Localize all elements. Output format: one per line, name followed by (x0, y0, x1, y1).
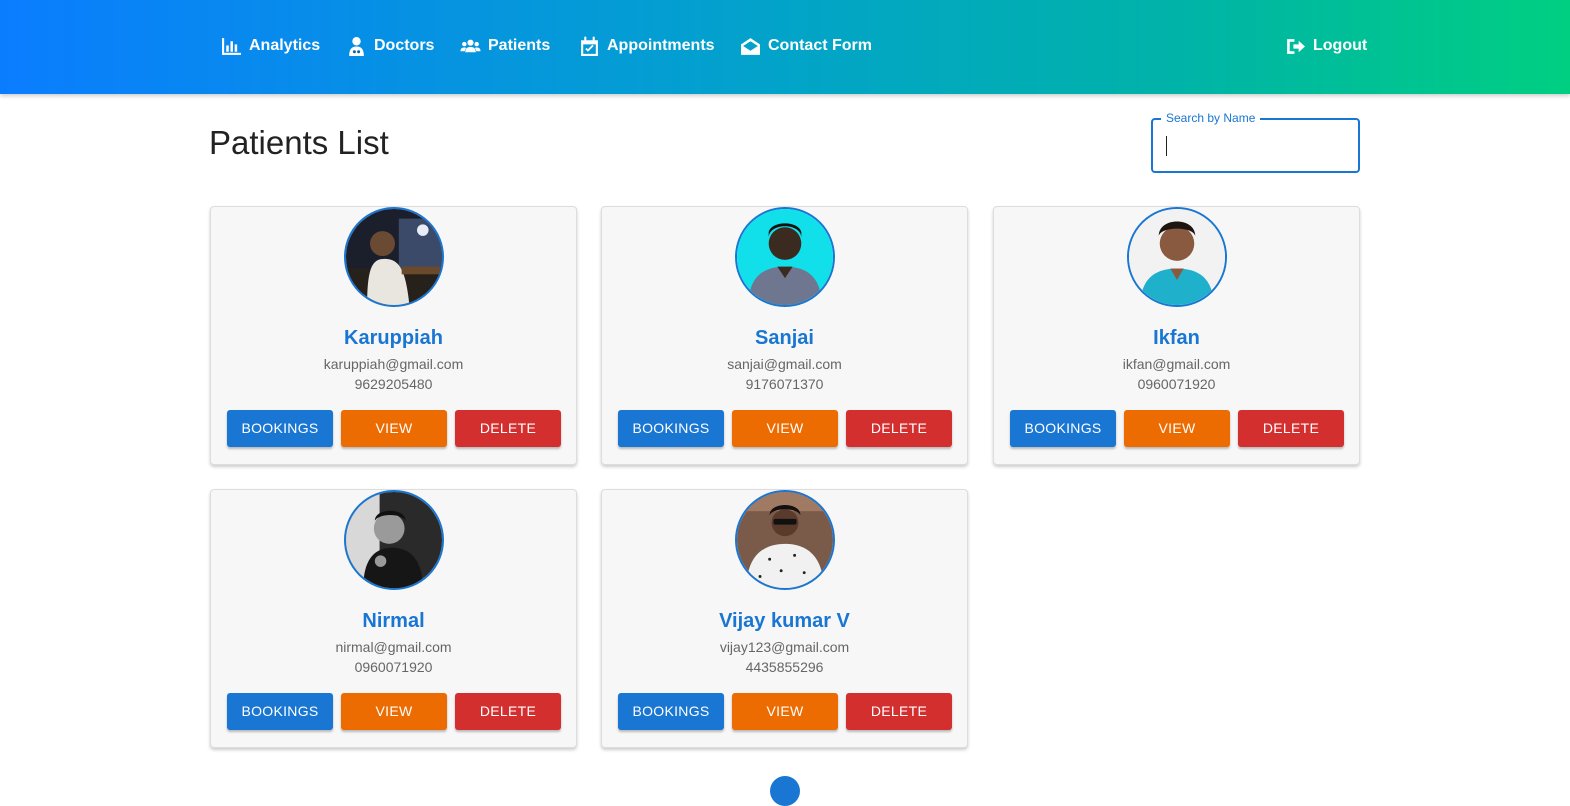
nav-analytics[interactable]: Analytics (221, 34, 320, 58)
logout-label: Logout (1313, 37, 1368, 54)
patient-email: ikfan@gmail.com (1122, 356, 1231, 372)
patient-name: Karuppiah (344, 327, 443, 349)
patient-name: Sanjai (755, 327, 814, 349)
avatar (1127, 207, 1227, 307)
patient-card: Sanjai sanjai@gmail.com 9176071370 BOOKI… (601, 206, 968, 465)
users-icon (460, 39, 481, 52)
patient-phone: 4435855296 (745, 659, 824, 675)
avatar (344, 207, 444, 307)
nav-patients-label: Patients (488, 37, 551, 54)
patient-photo (346, 209, 442, 305)
delete-button[interactable]: DELETE (455, 410, 561, 447)
search-label: Search by Name (1161, 111, 1261, 125)
avatar (735, 207, 835, 307)
nav-contact-form-label: Contact Form (768, 37, 872, 54)
envelope-open-icon (741, 37, 760, 55)
sign-out-icon (1287, 38, 1305, 54)
patient-photo (346, 492, 442, 588)
patient-phone: 0960071920 (354, 659, 433, 675)
patient-email: vijay123@gmail.com (719, 639, 850, 655)
bookings-button[interactable]: BOOKINGS (227, 410, 333, 447)
search-input[interactable] (1163, 130, 1349, 162)
bookings-button[interactable]: BOOKINGS (618, 693, 724, 730)
nav-analytics-label: Analytics (249, 37, 321, 54)
patient-phone: 0960071920 (1137, 376, 1216, 392)
top-navigation-bar: Analytics Doctors Patients Appointments … (0, 0, 1570, 94)
bar-chart-icon (222, 37, 241, 55)
bookings-button[interactable]: BOOKINGS (227, 693, 333, 730)
calendar-check-icon (581, 36, 598, 56)
text-caret (1166, 136, 1167, 156)
patient-card: Vijay kumar V vijay123@gmail.com 4435855… (601, 489, 968, 748)
bookings-button[interactable]: BOOKINGS (1010, 410, 1116, 447)
delete-button[interactable]: DELETE (846, 693, 952, 730)
bookings-button[interactable]: BOOKINGS (618, 410, 724, 447)
view-button[interactable]: VIEW (732, 410, 838, 447)
view-button[interactable]: VIEW (732, 693, 838, 730)
patient-name: Ikfan (1153, 327, 1200, 349)
page-title: Patients List (209, 124, 389, 161)
patient-photo (737, 209, 833, 305)
patient-card: Nirmal nirmal@gmail.com 0960071920 BOOKI… (210, 489, 577, 748)
logout-button[interactable]: Logout (1285, 34, 1367, 58)
patient-card: Ikfan ikfan@gmail.com 0960071920 BOOKING… (993, 206, 1360, 465)
patient-name: Vijay kumar V (719, 610, 850, 632)
patient-phone: 9176071370 (745, 376, 824, 392)
patient-email: nirmal@gmail.com (335, 639, 452, 655)
delete-button[interactable]: DELETE (846, 410, 952, 447)
patient-phone: 9629205480 (354, 376, 433, 392)
patient-email: sanjai@gmail.com (727, 356, 842, 372)
nav-doctors-label: Doctors (374, 37, 435, 54)
view-button[interactable]: VIEW (1124, 410, 1230, 447)
patient-email: karuppiah@gmail.com (323, 356, 464, 372)
doctor-icon (349, 36, 364, 56)
patient-photo (737, 492, 833, 588)
avatar (735, 490, 835, 590)
nav-appointments[interactable]: Appointments (579, 34, 715, 58)
delete-button[interactable]: DELETE (455, 693, 561, 730)
patient-card: Karuppiah karuppiah@gmail.com 9629205480… (210, 206, 577, 465)
nav-doctors[interactable]: Doctors (346, 34, 434, 58)
nav-appointments-label: Appointments (607, 37, 715, 54)
nav-contact-form[interactable]: Contact Form (740, 34, 872, 58)
patient-photo (1129, 209, 1225, 305)
view-button[interactable]: VIEW (341, 693, 447, 730)
delete-button[interactable]: DELETE (1238, 410, 1344, 447)
view-button[interactable]: VIEW (341, 410, 447, 447)
search-field[interactable]: Search by Name (1151, 111, 1360, 173)
patient-name: Nirmal (362, 610, 425, 632)
avatar (344, 490, 444, 590)
nav-patients[interactable]: Patients (460, 34, 550, 58)
